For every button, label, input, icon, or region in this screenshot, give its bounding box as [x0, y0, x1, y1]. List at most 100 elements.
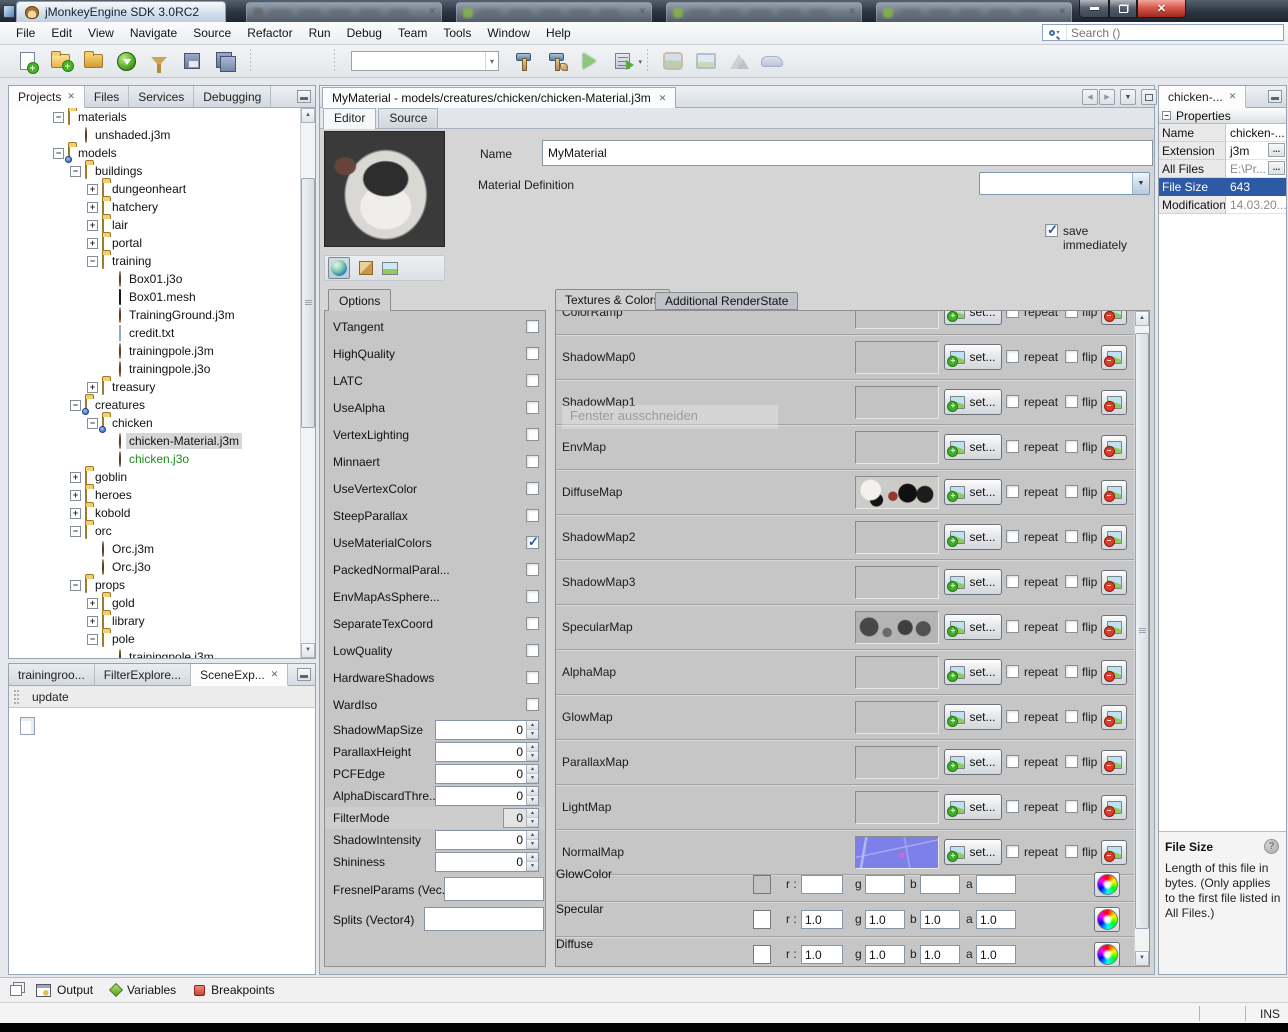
save-immediately-checkbox[interactable] [1045, 224, 1058, 237]
tree-node[interactable]: TrainingGround.j3m [9, 306, 300, 324]
flip-checkbox[interactable] [1065, 310, 1078, 318]
save-all-button[interactable] [212, 48, 238, 74]
channel-input[interactable]: 1.0 [801, 945, 843, 964]
close-icon[interactable]: ✕ [659, 94, 667, 103]
menu-help[interactable]: Help [538, 23, 579, 43]
tree-node[interactable]: −materials [9, 108, 300, 126]
tree-node[interactable]: credit.txt [9, 324, 300, 342]
flip-checkbox[interactable] [1065, 575, 1078, 588]
search-input[interactable] [1067, 26, 1283, 40]
spinner-arrows-icon[interactable]: ▲▼ [526, 831, 538, 849]
property-row[interactable]: File Size643 [1159, 178, 1286, 196]
alphadiscardthre-spinner[interactable]: 0▲▼ [435, 786, 539, 806]
channel-input[interactable]: 1.0 [976, 910, 1016, 929]
flip-checkbox[interactable] [1065, 845, 1078, 858]
property-row[interactable]: Modification T14.03.20... [1159, 196, 1286, 214]
spinner-arrows-icon[interactable]: ▲▼ [526, 809, 538, 827]
channel-input[interactable]: 1.0 [976, 945, 1016, 964]
debug-button[interactable]: ▾ [609, 48, 635, 74]
tab-close-icon[interactable]: ✕ [428, 6, 436, 17]
repeat-checkbox[interactable] [1006, 665, 1019, 678]
textures-scrollbar[interactable]: ▲ ▼ [1134, 311, 1149, 966]
remove-texture-button[interactable] [1101, 795, 1127, 820]
clean-build-button[interactable] [543, 48, 569, 74]
close-icon[interactable]: ✕ [271, 670, 279, 679]
search-icon[interactable]: ▾ [1043, 25, 1067, 40]
property-value[interactable]: j3m... [1226, 142, 1286, 160]
color-picker-button[interactable] [1094, 907, 1120, 932]
menu-edit[interactable]: Edit [43, 23, 80, 43]
property-value[interactable]: E:\Pr...... [1226, 160, 1286, 178]
tree-node[interactable]: +heroes [9, 486, 300, 504]
expand-handle-icon[interactable]: + [87, 184, 98, 195]
expand-handle-icon[interactable]: − [87, 418, 98, 429]
set-texture-button[interactable]: set... [944, 434, 1002, 460]
color-picker-button[interactable] [1094, 942, 1120, 967]
spinner-arrows-icon[interactable]: ▲▼ [526, 853, 538, 871]
toolbar-grip[interactable] [14, 690, 19, 704]
set-texture-button[interactable]: set... [944, 794, 1002, 820]
channel-input[interactable]: 1.0 [920, 910, 960, 929]
maximize-editor-button[interactable] [1141, 89, 1157, 105]
remove-texture-button[interactable] [1101, 570, 1127, 595]
expand-handle-icon[interactable]: + [70, 472, 81, 483]
tab-debugging[interactable]: Debugging [194, 86, 271, 107]
color-picker-button[interactable] [1094, 872, 1120, 897]
material-definition-dropdown[interactable]: ▼ [979, 172, 1150, 195]
options-tab[interactable]: Options [328, 289, 391, 311]
tree-node[interactable]: +kobold [9, 504, 300, 522]
texture-thumbnail[interactable] [855, 656, 939, 689]
set-texture-button[interactable]: set... [944, 310, 1002, 325]
tree-node[interactable]: Box01.mesh [9, 288, 300, 306]
wardiso-checkbox[interactable] [526, 698, 539, 711]
color-swatch[interactable] [753, 875, 771, 894]
set-texture-button[interactable]: set... [944, 524, 1002, 550]
set-texture-button[interactable]: set... [944, 839, 1002, 865]
set-texture-button[interactable]: set... [944, 344, 1002, 370]
minimize-panel-icon[interactable] [297, 90, 311, 103]
spinner-arrows-icon[interactable]: ▲▼ [526, 721, 538, 739]
menu-debug[interactable]: Debug [339, 23, 390, 43]
redo-button[interactable] [296, 48, 322, 74]
download-button[interactable] [113, 48, 139, 74]
tree-node[interactable]: +hatchery [9, 198, 300, 216]
new-project-button[interactable] [47, 48, 73, 74]
spinner-arrows-icon[interactable]: ▲▼ [526, 743, 538, 761]
maximize-button[interactable] [1109, 0, 1137, 18]
expand-handle-icon[interactable]: − [87, 256, 98, 267]
expand-handle-icon[interactable]: − [53, 112, 64, 123]
channel-input[interactable]: 1.0 [801, 910, 843, 929]
separatetexcoord-checkbox[interactable] [526, 617, 539, 630]
preview-sphere-button[interactable] [328, 257, 350, 279]
tab-close-icon[interactable]: ✕ [638, 6, 646, 17]
minimize-panel-icon[interactable] [1268, 90, 1282, 103]
channel-input[interactable] [976, 875, 1016, 894]
tree-node[interactable]: +treasury [9, 378, 300, 396]
set-texture-button[interactable]: set... [944, 614, 1002, 640]
tree-node[interactable]: +library [9, 612, 300, 630]
property-row[interactable]: Extensionj3m... [1159, 142, 1286, 160]
repeat-checkbox[interactable] [1006, 845, 1019, 858]
flip-checkbox[interactable] [1065, 530, 1078, 543]
repeat-checkbox[interactable] [1006, 575, 1019, 588]
minimize-panel-icon[interactable] [297, 668, 311, 681]
envmapassphere-checkbox[interactable] [526, 590, 539, 603]
texture-thumbnail[interactable] [855, 746, 939, 779]
tab-projects[interactable]: Projects✕ [9, 86, 85, 108]
texture-thumbnail[interactable] [855, 701, 939, 734]
repeat-checkbox[interactable] [1006, 530, 1019, 543]
set-texture-button[interactable]: set... [944, 389, 1002, 415]
repeat-checkbox[interactable] [1006, 800, 1019, 813]
menu-team[interactable]: Team [390, 23, 435, 43]
cube-icon[interactable] [359, 261, 373, 275]
new-file-button[interactable] [14, 48, 40, 74]
tree-node[interactable]: +lair [9, 216, 300, 234]
output-window-button[interactable]: Output [36, 983, 93, 997]
menu-source[interactable]: Source [185, 23, 239, 43]
channel-input[interactable] [920, 875, 960, 894]
menu-window[interactable]: Window [479, 23, 538, 43]
expand-handle-icon[interactable]: + [87, 220, 98, 231]
hardwareshadows-checkbox[interactable] [526, 671, 539, 684]
fresnelparams-vec-input[interactable] [444, 877, 544, 901]
repeat-checkbox[interactable] [1006, 755, 1019, 768]
